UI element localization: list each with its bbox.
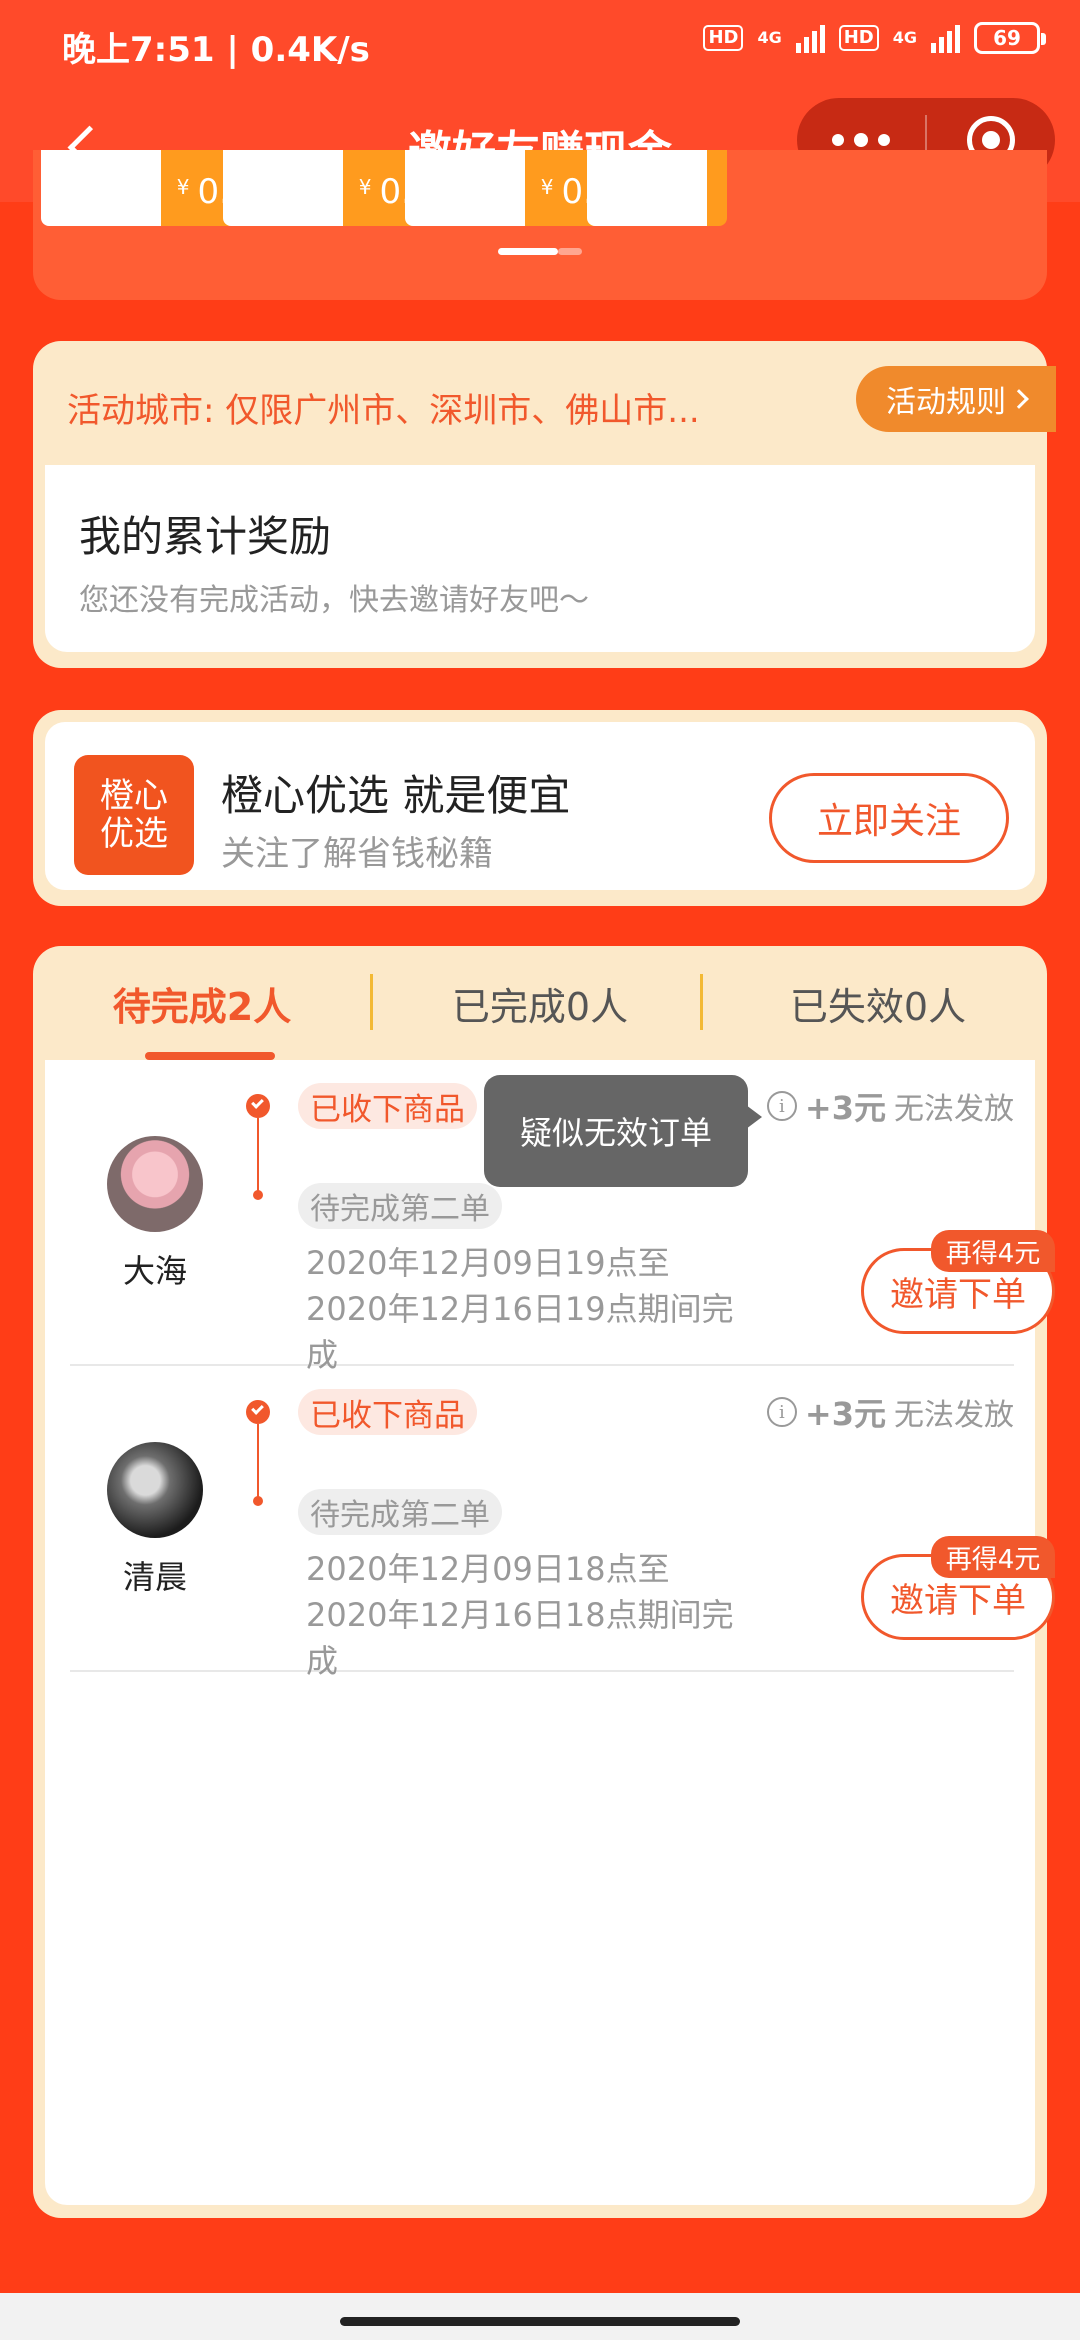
status-badge: 已收下商品 (298, 1389, 477, 1435)
rules-label: 活动规则 (886, 385, 1006, 420)
tab-divider (700, 974, 703, 1030)
hd-icon: HD (703, 25, 744, 51)
tab-completed[interactable]: 已完成0人 (371, 946, 709, 1060)
reward-amount: +3元 (804, 1395, 886, 1433)
accumulated-title: 我的累计奖励 (79, 512, 332, 561)
invitee-list: 大海 已收下商品 待完成第二单 2020年12月09日19点至2020年12月1… (45, 1060, 1055, 2205)
carousel-indicator (498, 248, 582, 255)
reward-info[interactable]: i +3元 无法发放 (766, 1083, 1014, 1129)
avatar (107, 1442, 203, 1538)
status-icons: HD 4G HD 4G 69 (703, 22, 1046, 54)
follow-inner: 橙心 优选 橙心优选 就是便宜 关注了解省钱秘籍 立即关注 (45, 722, 1035, 890)
tab-pending[interactable]: 待完成2人 (33, 946, 371, 1060)
reward-amount: +3元 (804, 1089, 886, 1127)
network-label-2: 4G (892, 28, 917, 47)
reward-status: 无法发放 (894, 1398, 1014, 1433)
invalid-order-tooltip: 疑似无效订单 (484, 1075, 762, 1187)
check-circle-icon (246, 1094, 270, 1118)
home-indicator[interactable] (340, 2317, 740, 2326)
chevron-right-icon (1009, 389, 1029, 409)
tab-divider (370, 974, 373, 1030)
battery-icon: 69 (974, 22, 1046, 54)
accumulated-rewards: 我的累计奖励 您还没有完成活动，快去邀请好友吧～ (45, 465, 1035, 652)
period-text: 2020年12月09日18点至2020年12月16日18点期间完成 (306, 1550, 734, 1680)
timeline-line (257, 1118, 259, 1192)
status-tabs: 待完成2人 已完成0人 已失效0人 (33, 946, 1047, 1060)
status-time: 晚上7:51 | 0.4K/s (62, 30, 370, 70)
activity-city: 活动城市: 仅限广州市、深圳市、佛山市... (67, 391, 700, 431)
invitee-name: 大海 (122, 1252, 187, 1290)
reward-info[interactable]: i +3元 无法发放 (766, 1389, 1014, 1435)
invite-page: 晚上7:51 | 0.4K/s HD 4G HD 4G 69 邀好友赚现金 ¥0… (0, 0, 1080, 2340)
network-label: 4G (757, 28, 782, 47)
hd-icon-2: HD (838, 25, 879, 51)
timeline-end-dot (253, 1190, 263, 1200)
status-bar: 晚上7:51 | 0.4K/s HD 4G HD 4G 69 (0, 0, 1080, 90)
activity-rules-button[interactable]: 活动规则 (856, 366, 1056, 432)
tab-expired[interactable]: 已失效0人 (709, 946, 1047, 1060)
signal-icon-2 (931, 23, 960, 53)
timeline-end-dot (253, 1496, 263, 1506)
follow-subtitle: 关注了解省钱秘籍 (221, 834, 493, 874)
active-tab-indicator (145, 1052, 275, 1060)
check-circle-icon (246, 1400, 270, 1424)
brand-logo: 橙心 优选 (74, 755, 194, 875)
invitee-name: 清晨 (122, 1558, 187, 1596)
reward-status: 无法发放 (894, 1092, 1014, 1127)
info-icon[interactable]: i (766, 1397, 797, 1427)
period-text: 2020年12月09日19点至2020年12月16日19点期间完成 (306, 1244, 734, 1374)
info-icon[interactable]: i (766, 1091, 797, 1121)
activity-card: 活动城市: 仅限广州市、深圳市、佛山市... 活动规则 我的累计奖励 您还没有完… (33, 341, 1056, 668)
signal-icon (795, 23, 825, 53)
list-item: 清晨 已收下商品 待完成第二单 2020年12月09日18点至2020年12月1… (70, 1366, 1055, 1680)
reward-carousel[interactable]: ¥0.00 ¥0.00 ¥0.00 (33, 150, 1047, 300)
next-step-badge: 待完成第二单 (298, 1489, 502, 1535)
timeline-line (257, 1424, 259, 1498)
follow-title: 橙心优选 就是便宜 (221, 771, 571, 820)
follow-card: 橙心 优选 橙心优选 就是便宜 关注了解省钱秘籍 立即关注 (33, 710, 1047, 906)
reward-item (587, 150, 727, 226)
status-badge: 已收下商品 (298, 1083, 477, 1129)
avatar (107, 1136, 203, 1232)
next-step-badge: 待完成第二单 (298, 1183, 502, 1229)
bonus-badge: 再得4元 (931, 1536, 1055, 1578)
accumulated-subtitle: 您还没有完成活动，快去邀请好友吧～ (79, 583, 589, 618)
bonus-badge: 再得4元 (931, 1230, 1055, 1272)
follow-button[interactable]: 立即关注 (769, 773, 1009, 863)
